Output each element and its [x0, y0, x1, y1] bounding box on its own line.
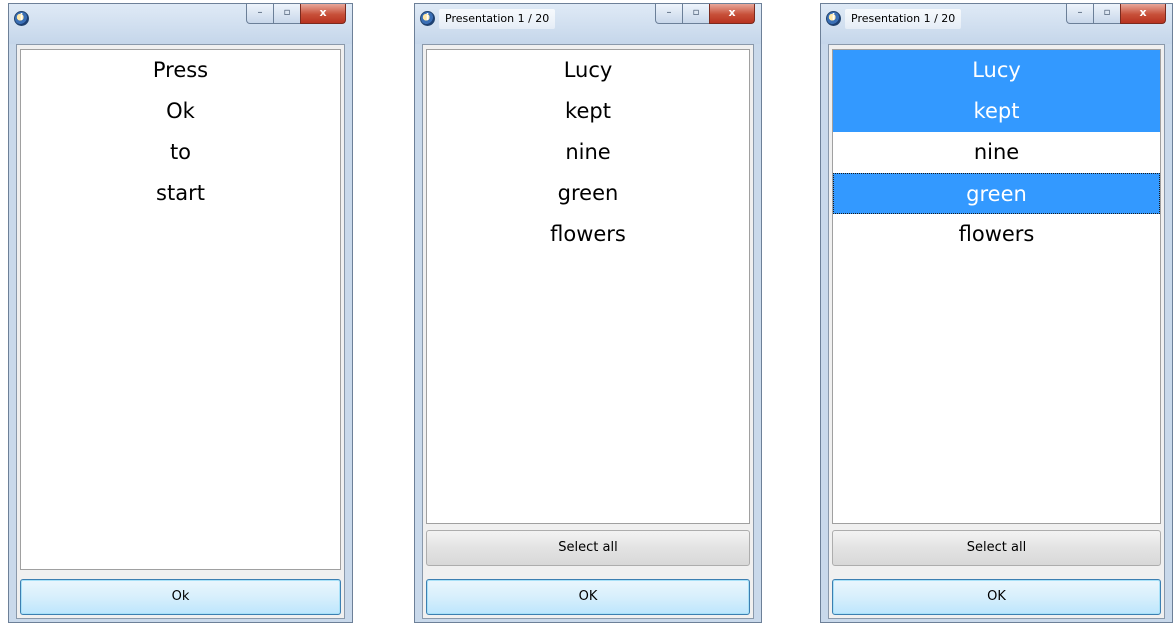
client-area: Lucy kept nine green flowers Select all … [828, 44, 1165, 619]
info-icon: i [826, 11, 841, 26]
info-icon: i [14, 11, 29, 26]
list-item: Ok [166, 99, 195, 123]
window-controls: – ▫ x [655, 4, 755, 25]
title-bar[interactable]: i Presentation 1 / 20 – ▫ x [821, 4, 1172, 44]
maximize-button[interactable]: ▫ [682, 4, 710, 24]
minimize-button[interactable]: – [655, 4, 683, 24]
list-item: to [169, 140, 192, 164]
word-item-lucy[interactable]: Lucy [427, 50, 749, 91]
window-controls: – ▫ x [1066, 4, 1166, 25]
client-area: Press Ok to start Ok [16, 44, 345, 619]
client-area: Lucy kept nine green flowers Select all … [422, 44, 754, 619]
instruction-list: Press Ok to start [20, 49, 341, 570]
word-item-nine[interactable]: nine [833, 132, 1160, 173]
start-window: i – ▫ x Press Ok to start Ok [8, 3, 353, 623]
close-button[interactable]: x [300, 4, 346, 24]
maximize-button[interactable]: ▫ [273, 4, 301, 24]
word-list: Lucy kept nine green flowers [832, 49, 1161, 524]
ok-button[interactable]: OK [426, 579, 750, 615]
info-icon: i [420, 11, 435, 26]
select-all-button[interactable]: Select all [426, 530, 750, 566]
word-item-lucy[interactable]: Lucy [833, 50, 1160, 91]
word-list: Lucy kept nine green flowers [426, 49, 750, 524]
window-title: Presentation 1 / 20 [439, 9, 556, 29]
maximize-button[interactable]: ▫ [1093, 4, 1121, 24]
select-all-button[interactable]: Select all [832, 530, 1161, 566]
word-item-nine[interactable]: nine [427, 132, 749, 173]
word-item-green[interactable]: green [427, 173, 749, 214]
title-bar[interactable]: i – ▫ x [9, 4, 352, 44]
list-item: Press [152, 58, 209, 82]
presentation-window-selected: i Presentation 1 / 20 – ▫ x Lucy kept ni… [820, 3, 1173, 623]
ok-button[interactable]: Ok [20, 579, 341, 615]
window-title: Presentation 1 / 20 [845, 9, 962, 29]
ok-button[interactable]: OK [832, 579, 1161, 615]
word-item-green[interactable]: green [833, 173, 1160, 214]
close-button[interactable]: x [709, 4, 755, 24]
word-item-flowers[interactable]: flowers [833, 214, 1160, 255]
close-button[interactable]: x [1120, 4, 1166, 24]
minimize-button[interactable]: – [246, 4, 274, 24]
word-item-kept[interactable]: kept [833, 91, 1160, 132]
presentation-window: i Presentation 1 / 20 – ▫ x Lucy kept ni… [414, 3, 762, 623]
title-bar[interactable]: i Presentation 1 / 20 – ▫ x [415, 4, 761, 44]
word-item-kept[interactable]: kept [427, 91, 749, 132]
word-item-flowers[interactable]: flowers [427, 214, 749, 255]
list-item: start [156, 181, 205, 205]
minimize-button[interactable]: – [1066, 4, 1094, 24]
window-controls: – ▫ x [246, 4, 346, 25]
